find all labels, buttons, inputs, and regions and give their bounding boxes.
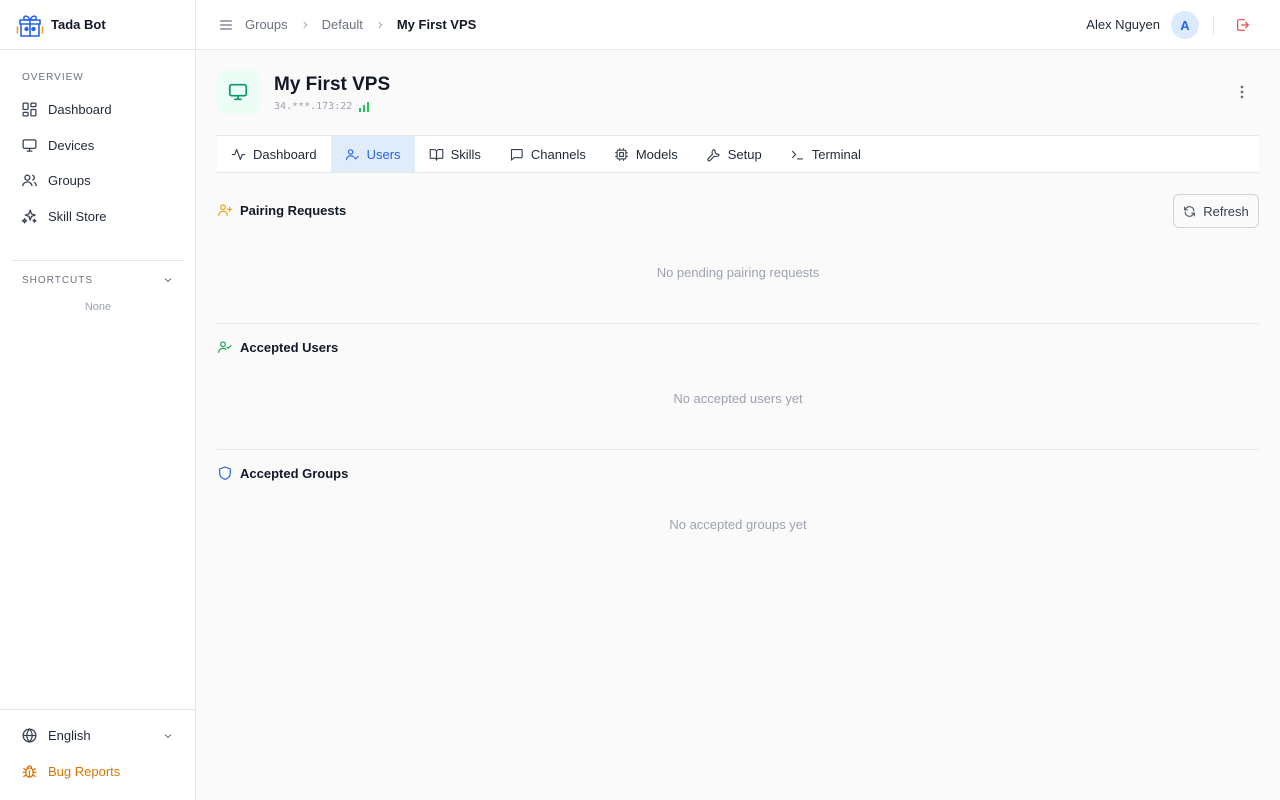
avatar[interactable]: A [1171, 11, 1199, 39]
section-divider [217, 323, 1259, 324]
sparkles-icon [21, 209, 37, 224]
monitor-icon [22, 138, 37, 152]
tab-channels[interactable]: Channels [495, 136, 600, 172]
logout-icon [1237, 19, 1249, 31]
sidebar-nav: Dashboard Devices Groups Skill Store [0, 92, 196, 234]
sidebar: Tada Bot OVERVIEW Dashboard Devices Grou… [0, 0, 196, 800]
device-address: 34.***.173:22 [274, 101, 370, 112]
overview-label: OVERVIEW [22, 72, 84, 83]
wrench-icon [707, 148, 720, 161]
page-title: My First VPS [274, 74, 391, 95]
brand[interactable]: Tada Bot [0, 0, 195, 50]
tab-skills[interactable]: Skills [415, 136, 495, 172]
accepted-users-title: Accepted Users [240, 339, 339, 355]
tab-label: Dashboard [253, 146, 317, 162]
sidebar-bottom-divider [0, 709, 196, 710]
tab-label: Users [366, 146, 401, 162]
sidebar-item-skill-store[interactable]: Skill Store [0, 199, 196, 235]
language-select[interactable]: English [21, 727, 174, 744]
chevron-right-icon [375, 20, 385, 30]
tab-setup[interactable]: Setup [692, 136, 776, 172]
tab-models[interactable]: Models [600, 136, 692, 172]
sidebar-divider [12, 260, 184, 261]
tab-label: Models [635, 146, 678, 162]
message-square-icon [510, 148, 523, 161]
accepted-groups-empty-text: No accepted groups yet [669, 517, 807, 532]
user-name: Alex Nguyen [1086, 17, 1160, 32]
more-options-button[interactable] [1234, 84, 1250, 100]
pairing-requests-header: Pairing Requests [217, 202, 346, 218]
monitor-icon [228, 83, 248, 101]
chevron-down-icon [164, 733, 172, 738]
tab-label: Skills [450, 146, 481, 162]
breadcrumb-default[interactable]: Default [322, 17, 363, 32]
bug-icon [22, 765, 37, 778]
users-icon [22, 174, 37, 187]
user-check-icon [218, 341, 232, 353]
globe-icon [22, 728, 37, 743]
shield-icon [219, 466, 231, 480]
chevron-right-icon [300, 20, 310, 30]
sidebar-item-groups[interactable]: Groups [0, 163, 196, 199]
signal-icon [359, 101, 370, 112]
breadcrumb-current: My First VPS [396, 17, 477, 32]
more-vertical-icon [1240, 85, 1244, 99]
sidebar-item-label: Devices [48, 137, 95, 153]
cpu-icon [615, 147, 628, 161]
accepted-users-header: Accepted Users [217, 339, 338, 355]
tab-dashboard[interactable]: Dashboard [217, 136, 331, 172]
user-plus-icon [218, 204, 233, 216]
gift-bot-logo [16, 14, 44, 37]
tab-bar: Dashboard Users Skills Channels Models S… [217, 135, 1259, 173]
pairing-empty-text: No pending pairing requests [656, 265, 820, 280]
top-bar: Groups Default My First VPS Alex Nguyen … [196, 0, 1280, 50]
terminal-icon [791, 150, 803, 159]
bug-reports-link[interactable]: Bug Reports [21, 763, 120, 780]
activity-icon [231, 148, 246, 160]
refresh-label: Refresh [1203, 203, 1249, 219]
tab-label: Terminal [811, 146, 861, 162]
sidebar-item-label: Groups [48, 173, 91, 189]
shortcuts-toggle[interactable]: SHORTCUTS [0, 274, 196, 286]
sidebar-item-label: Skill Store [48, 208, 107, 224]
sidebar-item-label: Dashboard [48, 102, 112, 118]
brand-name: Tada Bot [51, 17, 106, 32]
breadcrumb-groups[interactable]: Groups [245, 17, 288, 32]
shortcuts-label: SHORTCUTS [22, 274, 94, 286]
refresh-icon [1184, 205, 1196, 217]
tab-label: Setup [727, 146, 762, 162]
user-check-icon [345, 148, 359, 160]
tab-terminal[interactable]: Terminal [776, 136, 875, 172]
logout-button[interactable] [1235, 17, 1251, 33]
shortcuts-empty-text: None [84, 301, 112, 313]
section-divider [217, 449, 1259, 450]
menu-toggle-button[interactable] [218, 17, 234, 33]
book-open-icon [429, 148, 443, 161]
bug-reports-label: Bug Reports [48, 764, 121, 779]
chevron-down-icon [164, 278, 172, 283]
accepted-groups-title: Accepted Groups [240, 465, 349, 481]
layout-grid-icon [22, 102, 37, 117]
device-icon-badge [217, 70, 259, 114]
sidebar-item-dashboard[interactable]: Dashboard [0, 92, 196, 128]
device-ip: 34.***.173:22 [274, 101, 353, 112]
tab-users[interactable]: Users [330, 136, 415, 172]
pairing-requests-title: Pairing Requests [240, 202, 347, 218]
tab-label: Channels [530, 146, 586, 162]
language-label: English [48, 728, 91, 743]
accepted-groups-header: Accepted Groups [217, 465, 348, 481]
menu-icon [220, 19, 232, 30]
topbar-divider [1213, 15, 1214, 35]
refresh-button[interactable]: Refresh [1173, 194, 1259, 228]
accepted-users-empty-text: No accepted users yet [673, 391, 803, 406]
sidebar-item-devices[interactable]: Devices [0, 128, 196, 164]
